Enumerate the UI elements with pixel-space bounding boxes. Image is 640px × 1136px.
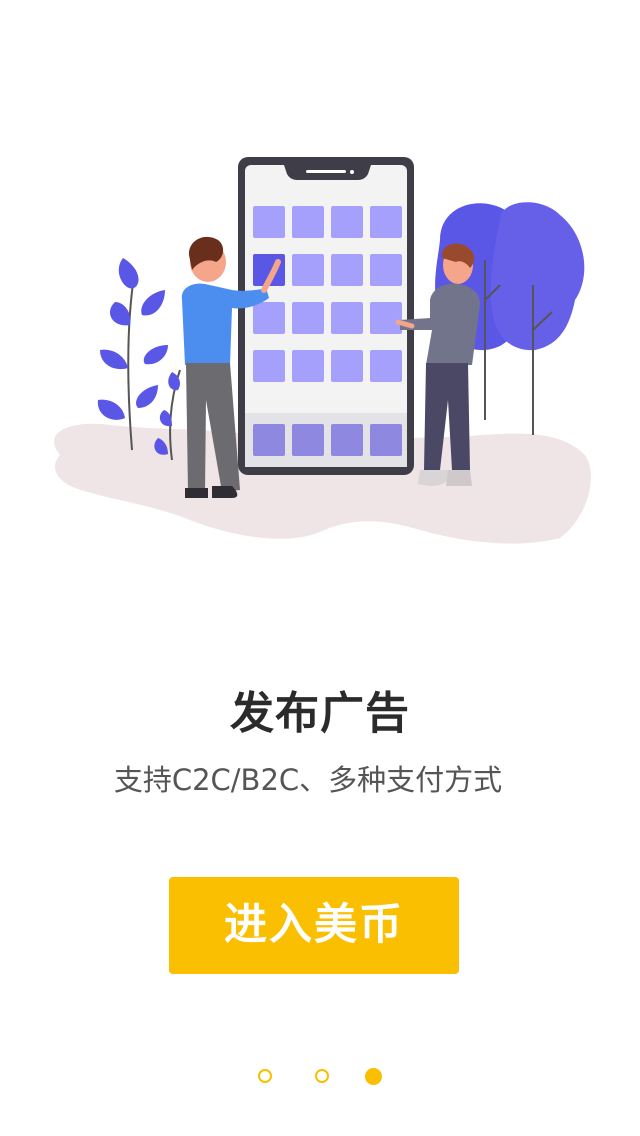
page-dot-2[interactable] (315, 1069, 329, 1083)
page-title: 发布广告 (230, 688, 410, 739)
page-dot-3-active[interactable] (365, 1068, 382, 1085)
onboarding-illustration (54, 157, 591, 544)
enter-app-button[interactable]: 进入美币 (169, 877, 459, 974)
page-subtitle: 支持C2C/B2C、多种支付方式 (113, 763, 503, 797)
page-dot-1[interactable] (258, 1069, 272, 1083)
phone-illustration (238, 157, 414, 475)
page-indicator (0, 1068, 640, 1088)
